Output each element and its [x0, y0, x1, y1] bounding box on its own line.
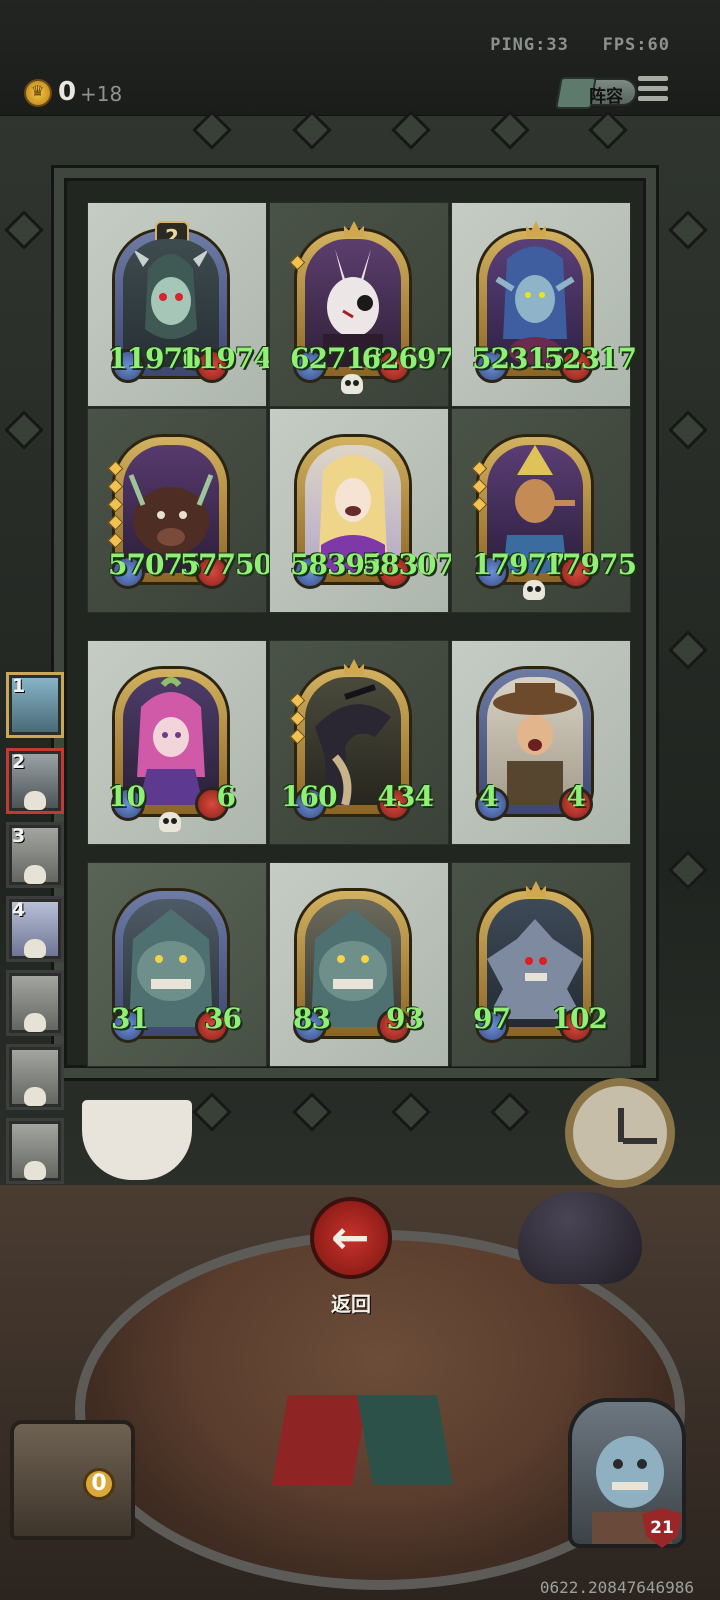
slime-pet — [518, 1192, 642, 1284]
skull-icon — [24, 865, 46, 884]
unit-card[interactable]: 4 4 — [475, 669, 593, 821]
attack-value: 4 — [479, 780, 499, 813]
arrow-left-icon: ← — [331, 1210, 370, 1264]
unit-card[interactable]: 31 36 — [111, 891, 242, 1043]
grid-cell[interactable]: 17977 17975 — [451, 408, 637, 613]
back-label: 返回 — [331, 1292, 371, 1316]
crown-icon — [526, 881, 546, 897]
health-value: 93 — [386, 1002, 424, 1035]
crown-icon — [526, 221, 546, 237]
felt-green — [357, 1395, 453, 1485]
skull-icon — [24, 1087, 46, 1106]
skull-icon — [341, 374, 363, 394]
hamburger-menu-icon[interactable] — [638, 76, 668, 106]
queue-item[interactable]: 3 — [6, 822, 64, 888]
unit-card[interactable]: 97 102 — [473, 881, 608, 1043]
pocket-watch-icon — [565, 1078, 675, 1188]
queue-item[interactable] — [6, 1044, 64, 1110]
skull-icon — [159, 812, 181, 832]
health-value: 57750 — [179, 548, 273, 581]
lineup-button[interactable]: 阵容 — [555, 77, 637, 109]
session-id: 0622.20847646986 — [539, 1578, 694, 1597]
attack-value: 31 — [111, 1002, 149, 1035]
lineup-label: 阵容 — [589, 87, 623, 107]
grid-cell[interactable]: 97 102 — [451, 862, 631, 1067]
queue-item[interactable]: 1 — [6, 672, 64, 738]
grid-cell[interactable]: 31 36 — [87, 862, 267, 1067]
gold-count: 0 — [58, 77, 77, 107]
unit-card[interactable]: 62718 62697 — [289, 221, 455, 394]
unit-card[interactable]: 57075 57750 — [107, 437, 273, 589]
gold-income: +18 — [80, 82, 123, 106]
skull-icon — [523, 580, 545, 600]
health-value: 52317 — [543, 342, 637, 375]
grid-cell[interactable]: 160 434 — [269, 640, 449, 845]
stars-icon — [289, 692, 306, 749]
skull-icon — [24, 1013, 46, 1032]
back-button[interactable]: ← — [310, 1197, 392, 1279]
grid-cell[interactable]: 83 93 — [269, 862, 449, 1067]
network-status: PING:33 FPS:60 — [490, 35, 670, 55]
ping-text: PING:33 — [490, 35, 569, 55]
queue-item[interactable] — [6, 1118, 64, 1184]
top-bar: PING:33 FPS:60 0 +18 阵容 — [0, 0, 720, 118]
player-health: 21 — [650, 1518, 674, 1538]
skull-icon — [24, 1161, 46, 1180]
grid-cell[interactable]: 10 6 — [87, 640, 267, 845]
queue-rank: 4 — [12, 899, 26, 921]
queue-rank: 2 — [12, 751, 26, 773]
grid-cell[interactable]: 62718 62697 — [269, 202, 455, 407]
skull-icon — [24, 939, 46, 958]
grid-cell[interactable]: 58394 58307 — [269, 408, 455, 613]
battle-grid: 2 11976 11974 62718 62697 52315 52317 57… — [54, 168, 656, 1078]
queue-item[interactable]: 2 — [6, 748, 64, 814]
health-value: 434 — [377, 780, 434, 813]
unit-card[interactable]: 10 6 — [108, 669, 236, 832]
queue-item[interactable] — [6, 970, 64, 1036]
felt-red — [272, 1395, 368, 1485]
grid-cell[interactable]: 57075 57750 — [87, 408, 273, 613]
unit-card[interactable]: 83 93 — [293, 891, 424, 1043]
health-value: 17975 — [543, 548, 637, 581]
queue-item[interactable]: 4 — [6, 896, 64, 962]
unit-card[interactable]: 160 434 — [281, 659, 434, 821]
grid-cell[interactable]: 2 11976 11974 — [87, 202, 273, 407]
health-value: 36 — [204, 1002, 242, 1035]
fps-text: FPS:60 — [602, 35, 670, 55]
stars-icon — [471, 460, 488, 517]
unit-card[interactable]: 58394 58307 — [290, 437, 455, 589]
unit-card[interactable]: 2 11976 11974 — [108, 221, 273, 383]
health-value: 6 — [216, 780, 237, 813]
crown-icon — [344, 659, 364, 675]
unit-card[interactable]: 52315 52317 — [472, 221, 637, 383]
attack-value: 160 — [281, 780, 337, 813]
health-value: 102 — [551, 1002, 608, 1035]
crown-icon — [344, 221, 364, 237]
opponent-queue: 1 2 3 4 — [0, 672, 72, 1268]
health-value: 62697 — [361, 342, 455, 375]
grid-cell[interactable]: 52315 52317 — [451, 202, 637, 407]
stars-icon — [107, 460, 124, 553]
health-value: 11974 — [179, 342, 273, 375]
treasure-chest-icon[interactable] — [10, 1420, 135, 1540]
attack-value: 10 — [108, 780, 146, 813]
health-value: 58307 — [361, 548, 455, 581]
crown-coin-icon — [24, 79, 52, 107]
unit-card[interactable]: 17977 17975 — [471, 437, 637, 600]
queue-rank: 3 — [12, 825, 26, 847]
treasure-count: 0 — [83, 1468, 115, 1500]
grid-cell[interactable]: 4 4 — [451, 640, 631, 845]
stars-icon — [289, 254, 306, 275]
queue-rank: 1 — [12, 675, 26, 697]
attack-value: 83 — [293, 1002, 331, 1035]
attack-value: 97 — [473, 1002, 511, 1035]
health-value: 4 — [566, 780, 587, 813]
skull-icon — [24, 791, 46, 810]
